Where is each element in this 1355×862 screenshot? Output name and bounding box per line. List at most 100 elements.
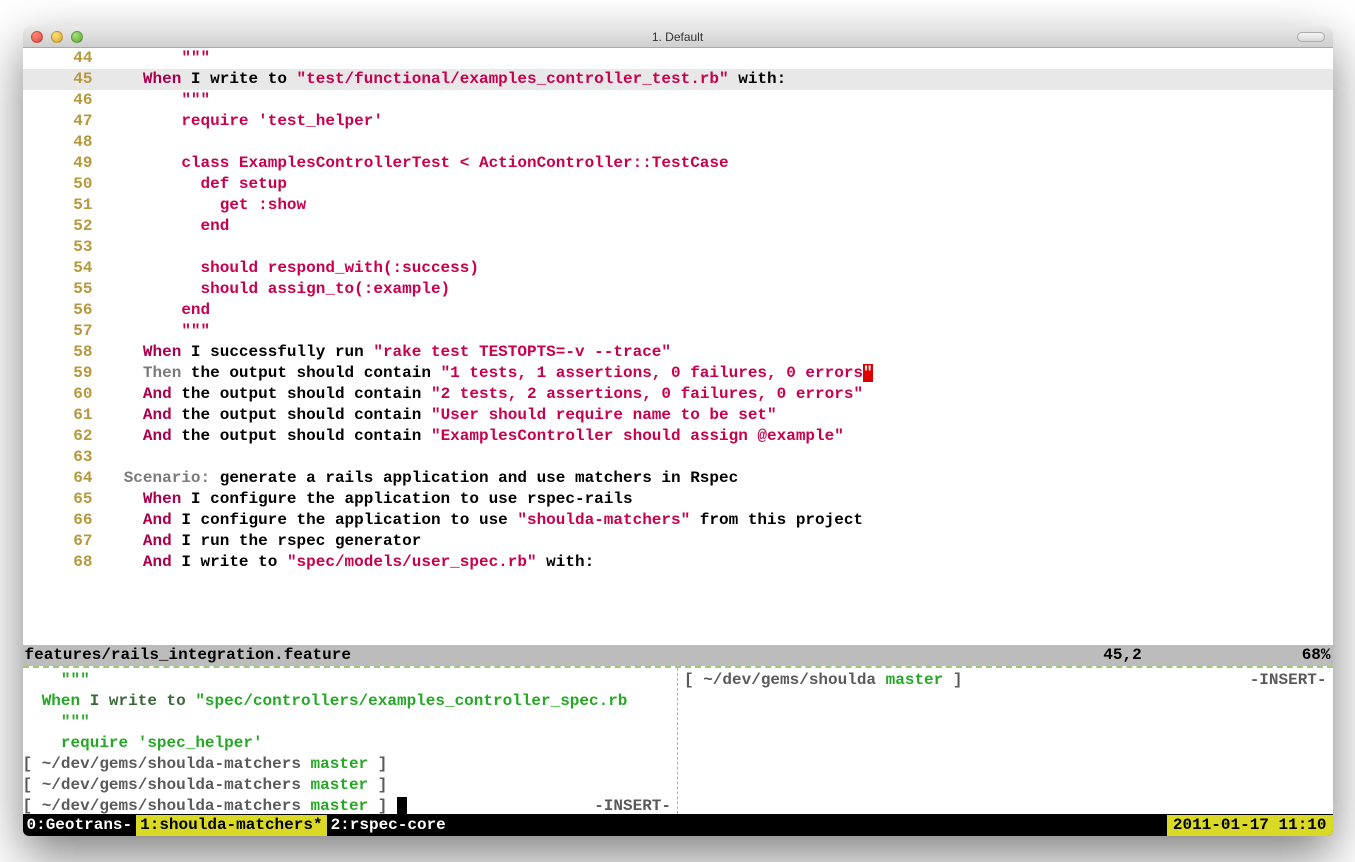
code-line[interactable]: 55 should assign_to(:example) — [23, 279, 1333, 300]
code-content: Then the output should contain "1 tests,… — [105, 363, 1333, 384]
line-number: 61 — [23, 405, 105, 426]
code-line[interactable]: 48 — [23, 132, 1333, 153]
code-content: And the output should contain "User shou… — [105, 405, 1333, 426]
line-number: 65 — [23, 489, 105, 510]
code-line[interactable]: 49 class ExamplesControllerTest < Action… — [23, 153, 1333, 174]
code-content: """ — [105, 48, 1333, 69]
line-number: 44 — [23, 48, 105, 69]
line-number: 66 — [23, 510, 105, 531]
vim-editor-pane[interactable]: 44 """45 When I write to "test/functiona… — [23, 48, 1333, 645]
code-line[interactable]: 66 And I configure the application to us… — [23, 510, 1333, 531]
code-content: end — [105, 216, 1333, 237]
line-number: 47 — [23, 111, 105, 132]
code-content: """ — [105, 321, 1333, 342]
status-position: 45,2 — [1103, 645, 1141, 666]
line-number: 63 — [23, 447, 105, 468]
code-content — [105, 237, 1333, 258]
line-number: 50 — [23, 174, 105, 195]
line-number: 49 — [23, 153, 105, 174]
code-line[interactable]: 61 And the output should contain "User s… — [23, 405, 1333, 426]
line-number: 54 — [23, 258, 105, 279]
line-number: 62 — [23, 426, 105, 447]
toolbar-pill-icon[interactable] — [1297, 32, 1325, 42]
code-content: require 'test_helper' — [105, 111, 1333, 132]
tmux-lower-split: """ When I write to "spec/controllers/ex… — [23, 666, 1333, 814]
line-number: 58 — [23, 342, 105, 363]
code-line[interactable]: 57 """ — [23, 321, 1333, 342]
line-number: 46 — [23, 90, 105, 111]
window-title: 1. Default — [23, 30, 1333, 44]
code-content: """ — [105, 90, 1333, 111]
code-line[interactable]: 67 And I run the rspec generator — [23, 531, 1333, 552]
line-number: 53 — [23, 237, 105, 258]
line-number: 59 — [23, 363, 105, 384]
shell-prompt[interactable]: [ ~/dev/gems/shoulda master ]-INSERT- — [678, 670, 1333, 691]
close-icon[interactable] — [31, 31, 43, 43]
tmux-window-tab[interactable]: 2:rspec-core — [327, 815, 450, 836]
code-content — [105, 447, 1333, 468]
cursor-icon — [397, 797, 407, 815]
line-number: 57 — [23, 321, 105, 342]
terminal-body: 44 """45 When I write to "test/functiona… — [23, 48, 1333, 836]
code-line[interactable]: 56 end — [23, 300, 1333, 321]
code-content: And the output should contain "2 tests, … — [105, 384, 1333, 405]
code-content: get :show — [105, 195, 1333, 216]
code-content — [105, 132, 1333, 153]
code-line[interactable]: 60 And the output should contain "2 test… — [23, 384, 1333, 405]
code-content: Scenario: generate a rails application a… — [105, 468, 1333, 489]
line-number: 48 — [23, 132, 105, 153]
traffic-lights — [31, 31, 83, 43]
line-number: 67 — [23, 531, 105, 552]
code-line[interactable]: 59 Then the output should contain "1 tes… — [23, 363, 1333, 384]
line-number: 55 — [23, 279, 105, 300]
code-line[interactable]: 63 — [23, 447, 1333, 468]
shell-prompt[interactable]: [ ~/dev/gems/shoulda-matchers master ] — [23, 775, 678, 796]
code-line[interactable]: 44 """ — [23, 48, 1333, 69]
diff-line: """ — [23, 670, 678, 691]
line-number: 51 — [23, 195, 105, 216]
titlebar[interactable]: 1. Default — [23, 26, 1333, 48]
status-filename: features/rails_integration.feature — [25, 645, 1104, 666]
code-content: should assign_to(:example) — [105, 279, 1333, 300]
line-number: 60 — [23, 384, 105, 405]
vim-status-bar: features/rails_integration.feature 45,2 … — [23, 645, 1333, 666]
code-line[interactable]: 45 When I write to "test/functional/exam… — [23, 69, 1333, 90]
status-percent: 68% — [1302, 645, 1331, 666]
code-line[interactable]: 47 require 'test_helper' — [23, 111, 1333, 132]
code-content: And I run the rspec generator — [105, 531, 1333, 552]
line-number: 64 — [23, 468, 105, 489]
code-line[interactable]: 68 And I write to "spec/models/user_spec… — [23, 552, 1333, 573]
code-line[interactable]: 53 — [23, 237, 1333, 258]
line-number: 52 — [23, 216, 105, 237]
diff-line: """ — [23, 712, 678, 733]
code-content: When I successfully run "rake test TESTO… — [105, 342, 1333, 363]
tmux-pane-right[interactable]: [ ~/dev/gems/shoulda master ]-INSERT- — [678, 668, 1333, 814]
tmux-clock: 2011-01-17 11:10 — [1167, 815, 1333, 836]
tmux-pane-left[interactable]: """ When I write to "spec/controllers/ex… — [23, 668, 679, 814]
code-line[interactable]: 58 When I successfully run "rake test TE… — [23, 342, 1333, 363]
code-content: And the output should contain "ExamplesC… — [105, 426, 1333, 447]
code-line[interactable]: 65 When I configure the application to u… — [23, 489, 1333, 510]
code-line[interactable]: 52 end — [23, 216, 1333, 237]
line-number: 68 — [23, 552, 105, 573]
shell-prompt[interactable]: [ ~/dev/gems/shoulda-matchers master ] — [23, 754, 678, 775]
code-content: When I configure the application to use … — [105, 489, 1333, 510]
minimize-icon[interactable] — [51, 31, 63, 43]
code-content: And I configure the application to use "… — [105, 510, 1333, 531]
tmux-window-tab[interactable]: 1:shoulda-matchers* — [136, 815, 326, 836]
code-line[interactable]: 46 """ — [23, 90, 1333, 111]
code-line[interactable]: 51 get :show — [23, 195, 1333, 216]
vim-mode: -INSERT- — [1250, 670, 1327, 691]
code-content: And I write to "spec/models/user_spec.rb… — [105, 552, 1333, 573]
code-content: end — [105, 300, 1333, 321]
code-line[interactable]: 50 def setup — [23, 174, 1333, 195]
code-content: def setup — [105, 174, 1333, 195]
code-content: should respond_with(:success) — [105, 258, 1333, 279]
diff-line: require 'spec_helper' — [23, 733, 678, 754]
terminal-window: 1. Default 44 """45 When I write to "tes… — [23, 26, 1333, 836]
zoom-icon[interactable] — [71, 31, 83, 43]
code-line[interactable]: 54 should respond_with(:success) — [23, 258, 1333, 279]
code-line[interactable]: 64 Scenario: generate a rails applicatio… — [23, 468, 1333, 489]
tmux-window-tab[interactable]: 0:Geotrans- — [23, 815, 137, 836]
code-line[interactable]: 62 And the output should contain "Exampl… — [23, 426, 1333, 447]
